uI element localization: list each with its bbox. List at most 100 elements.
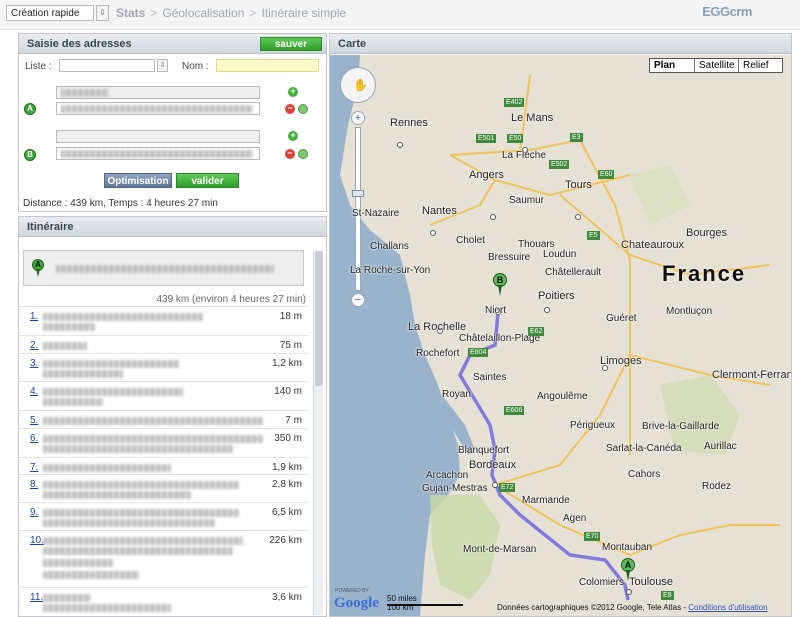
marker-a-icon[interactable]: A <box>621 558 635 582</box>
step-distance: 140 m <box>274 386 302 397</box>
map-canvas[interactable] <box>330 55 791 616</box>
map-type-plan[interactable]: Plan <box>650 59 694 72</box>
city-label: La Roche-sur-Yon <box>350 265 431 276</box>
step-number[interactable]: 3. <box>30 358 38 369</box>
step-number[interactable]: 7. <box>30 462 38 473</box>
step-number[interactable]: 10. <box>30 535 44 546</box>
list-item[interactable]: 6. 350 m <box>19 428 308 456</box>
chevron-down-icon[interactable]: ⇩ <box>96 5 109 21</box>
city-label: Châtellerault <box>545 267 602 278</box>
list-item[interactable]: 2. 75 m <box>19 335 308 352</box>
city-label: Le Mans <box>511 112 554 124</box>
list-item[interactable]: 1. 18 m <box>19 306 308 334</box>
map-type-satellite[interactable]: Satellite <box>694 59 738 72</box>
city-label: Angers <box>469 169 504 181</box>
step-number[interactable]: 6. <box>30 433 38 444</box>
step-number[interactable]: 11. <box>30 592 43 603</box>
start-address-box: A <box>23 250 304 286</box>
step-distance: 1,9 km <box>271 462 302 473</box>
list-item[interactable]: 9. 6,5 km <box>19 502 308 530</box>
city-label: Chateauroux <box>621 239 684 251</box>
address-b-line1[interactable] <box>56 130 260 143</box>
remove-icon[interactable]: − <box>285 104 295 114</box>
scrollbar-thumb[interactable] <box>315 251 323 386</box>
city-label: Rodez <box>702 481 731 492</box>
city-label: Guéret <box>606 313 637 324</box>
city-label: Saumur <box>509 195 545 206</box>
map-type-relief[interactable]: Relief <box>738 59 782 72</box>
list-item[interactable]: 4. 140 m <box>19 381 308 409</box>
map-attribution: Données cartographiques ©2012 Google, Te… <box>497 603 768 612</box>
nom-field[interactable] <box>216 59 319 72</box>
optimisation-button[interactable]: Optimisation <box>104 173 172 188</box>
marker-a-icon: A <box>24 103 36 115</box>
add-icon[interactable]: + <box>288 131 298 141</box>
total-summary: 439 km (environ 4 heures 27 min) <box>156 294 306 305</box>
address-a-line2[interactable] <box>56 102 260 115</box>
address-a-line1[interactable] <box>56 86 260 99</box>
list-item[interactable]: 11. 3,6 km <box>19 587 308 616</box>
city-label: Royan <box>442 389 471 400</box>
city-label: Gujan-Mestras <box>422 483 488 494</box>
road-badge: E60 <box>598 170 615 179</box>
address-entry-panel: Saisie des adresses sauver Liste : ⇩ Nom… <box>18 33 327 212</box>
zoom-slider-handle[interactable] <box>352 190 364 197</box>
city-label: Colomiers <box>579 577 625 588</box>
step-number[interactable]: 2. <box>30 340 38 351</box>
step-distance: 1,2 km <box>271 358 302 369</box>
map-panel-header: Carte <box>330 34 791 54</box>
city-label: Angoulême <box>537 391 588 402</box>
step-distance: 3,6 km <box>271 592 302 603</box>
city-label: St-Nazaire <box>352 208 400 219</box>
breadcrumb-geolocalisation[interactable]: Géolocalisation <box>162 6 244 20</box>
list-item[interactable]: 5. 7 m <box>19 410 308 427</box>
chevron-down-icon[interactable]: ⇩ <box>157 59 168 72</box>
list-item[interactable]: 3. 1,2 km <box>19 353 308 381</box>
itinerary-list[interactable]: A 439 km (environ 4 heures 27 min) 1. 18… <box>19 238 310 616</box>
city-label: Montluçon <box>666 306 713 317</box>
road-badge: E72 <box>499 483 516 492</box>
step-number[interactable]: 5. <box>30 415 38 426</box>
list-item[interactable]: 8. 2,8 km <box>19 474 308 502</box>
step-distance: 18 m <box>279 311 302 322</box>
city-label: Clermont-Ferrand <box>712 369 791 381</box>
validate-icon[interactable] <box>298 149 308 159</box>
save-button[interactable]: sauver <box>260 37 322 51</box>
list-item[interactable]: 7. 1,9 km <box>19 457 308 474</box>
step-number[interactable]: 8. <box>30 479 38 490</box>
liste-select[interactable] <box>59 59 155 72</box>
address-b-line2[interactable] <box>56 147 260 160</box>
marker-b-icon[interactable]: B <box>493 273 507 297</box>
hand-icon[interactable]: ✋ <box>353 78 368 92</box>
step-number[interactable]: 4. <box>30 386 38 397</box>
city-label: Tours <box>565 179 592 191</box>
powered-by-label: POWERED BY <box>335 588 369 594</box>
step-number[interactable]: 1. <box>30 311 38 322</box>
city-label: Challans <box>370 241 409 252</box>
country-label: France <box>662 261 747 286</box>
address-panel-title: Saisie des adresses <box>27 38 132 50</box>
validate-button[interactable]: valider <box>176 173 239 188</box>
quick-create-select[interactable]: Création rapide <box>6 5 94 21</box>
list-item[interactable]: 10. 226 km <box>19 530 308 587</box>
zoom-in-button[interactable]: + <box>351 111 365 125</box>
pan-control[interactable]: ✋ <box>340 67 376 103</box>
city-label: Rochefort <box>416 348 460 359</box>
step-number[interactable]: 9. <box>30 507 38 518</box>
city-label: Périgueux <box>570 420 616 431</box>
city-label: Montauban <box>602 542 653 553</box>
route-map[interactable]: Plan Satellite Relief ✋ + − Rennes Le Ma… <box>330 55 791 616</box>
add-icon[interactable]: + <box>288 87 298 97</box>
remove-icon[interactable]: − <box>285 149 295 159</box>
zoom-out-button[interactable]: − <box>351 293 365 307</box>
city-label: Cahors <box>628 469 661 480</box>
itinerary-scrollbar[interactable] <box>313 251 323 615</box>
road-badge: E606 <box>504 406 525 415</box>
liste-label: Liste : <box>25 61 52 72</box>
validate-icon[interactable] <box>298 104 308 114</box>
terms-link[interactable]: Conditions d'utilisation <box>688 603 767 612</box>
road-badge: E70 <box>584 532 601 541</box>
breadcrumb-stats[interactable]: Stats <box>116 6 145 20</box>
google-logo[interactable]: Google <box>334 595 379 612</box>
city-label: Bourges <box>686 227 727 239</box>
